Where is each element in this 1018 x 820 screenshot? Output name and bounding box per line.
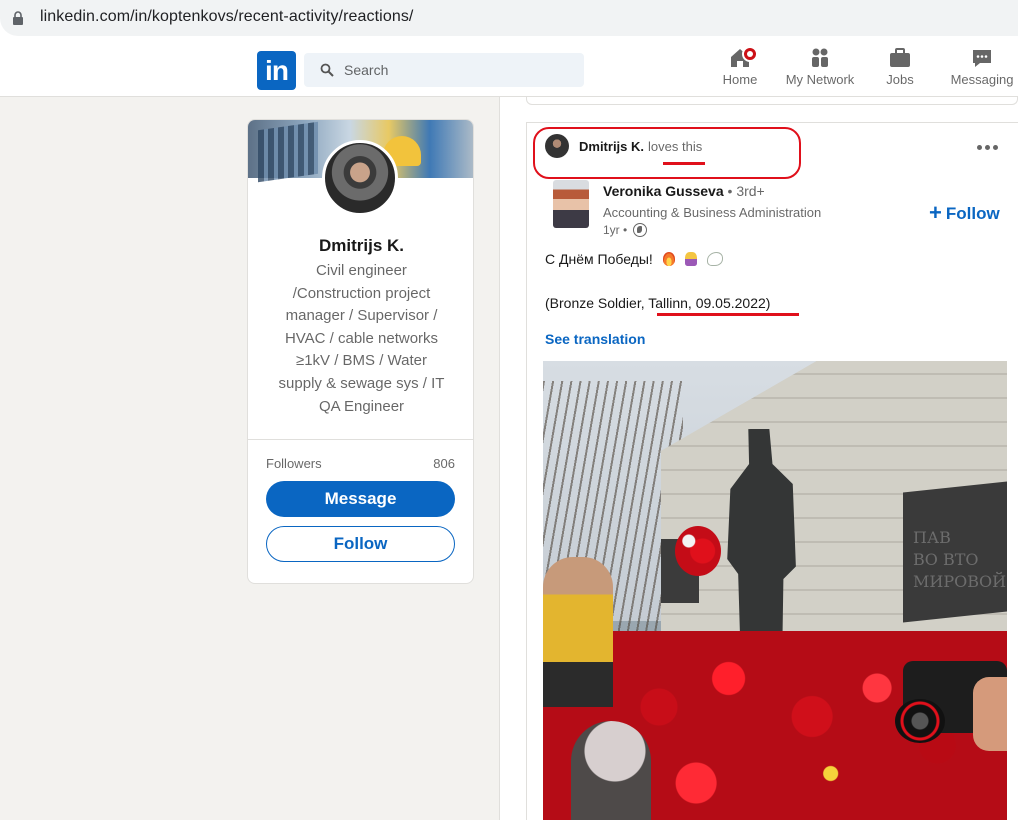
post-greeting: С Днём Победы! [545, 251, 653, 267]
messaging-icon [973, 50, 991, 67]
followers-count: 806 [433, 456, 455, 471]
jobs-icon [890, 48, 910, 67]
activity-header: Dmitrijs K. loves this [533, 127, 801, 179]
follow-button[interactable]: Follow [266, 526, 455, 562]
nav-messaging[interactable]: Messaging [946, 46, 1018, 87]
author-headline: Accounting & Business Administration [603, 205, 822, 220]
previous-post-edge [526, 97, 1018, 105]
search-input[interactable]: Search [304, 53, 584, 87]
nav-home-label: Home [722, 72, 758, 87]
lock-icon [13, 11, 23, 25]
search-placeholder: Search [344, 62, 389, 78]
url-text: linkedin.com/in/koptenkovs/recent-activi… [40, 8, 414, 25]
more-icon [993, 145, 998, 150]
post-image[interactable]: ПАВ ВО ВТО МИРОВОЙ [543, 361, 1007, 820]
follow-author-label: Follow [945, 204, 1000, 223]
message-button[interactable]: Message [266, 481, 455, 517]
see-translation-link[interactable]: See translation [545, 331, 645, 347]
annotation-underline-date [657, 313, 799, 316]
notification-badge [742, 46, 758, 62]
feed-post: Dmitrijs K. loves this Veronika Gusseva … [526, 122, 1018, 820]
profile-headline: Civil engineer /Construction project man… [278, 262, 445, 415]
image-person [571, 721, 651, 820]
profile-name[interactable]: Dmitrijs K. [248, 236, 473, 256]
banner-building [258, 121, 318, 183]
author-avatar[interactable] [553, 180, 589, 228]
post-time: 1yr • [603, 223, 628, 237]
image-hand [973, 677, 1007, 751]
plus-icon: + [929, 200, 942, 225]
search-icon [320, 63, 334, 77]
nav-messaging-label: Messaging [950, 72, 1014, 87]
nav-jobs[interactable]: Jobs [880, 46, 920, 87]
followers-label: Followers [266, 456, 322, 471]
annotation-underline [663, 162, 705, 165]
more-icon [977, 145, 982, 150]
post-text-line1: С Днём Победы! [545, 251, 723, 267]
author-name-line[interactable]: Veronika Gusseva • 3rd+ [603, 183, 765, 199]
top-nav: in Search Home My Network Jobs Messaging [0, 38, 1018, 97]
post-timestamp: 1yr • [603, 223, 648, 237]
nav-my-network-label: My Network [785, 72, 855, 87]
globe-icon [633, 223, 648, 237]
more-icon [985, 145, 990, 150]
plaque-line: ВО ВТО [913, 550, 979, 569]
nav-jobs-label: Jobs [886, 72, 914, 87]
divider [248, 439, 473, 440]
column-divider [499, 97, 500, 820]
image-person [543, 557, 613, 707]
browser-address-bar: linkedin.com/in/koptenkovs/recent-activi… [0, 0, 1018, 38]
fire-emoji-icon [662, 252, 675, 266]
connection-degree: • 3rd+ [727, 183, 765, 199]
post-text-line2: (Bronze Soldier, Tallinn, 09.05.2022) [545, 295, 771, 311]
praying-hands-emoji-icon [684, 252, 697, 266]
linkedin-logo[interactable]: in [257, 51, 296, 90]
more-options-button[interactable] [977, 137, 1005, 153]
plaque-line: МИРОВОЙ [913, 572, 1007, 591]
nav-my-network[interactable]: My Network [780, 46, 860, 87]
dove-emoji-icon [706, 252, 723, 266]
profile-avatar[interactable] [322, 140, 398, 216]
annotation-oval [533, 127, 801, 179]
image-camera-lens [895, 699, 945, 743]
url-field[interactable]: linkedin.com/in/koptenkovs/recent-activi… [0, 0, 1018, 36]
author-name[interactable]: Veronika Gusseva [603, 183, 724, 199]
image-plaque-text: ПАВ ВО ВТО МИРОВОЙ [913, 527, 1006, 593]
follow-author-button[interactable]: + Follow [929, 199, 1000, 225]
plaque-line: ПАВ [913, 528, 951, 547]
image-bouquet [675, 526, 721, 576]
network-icon [812, 48, 828, 67]
nav-home[interactable]: Home [720, 46, 760, 87]
profile-card: Dmitrijs K. Civil engineer /Construction… [247, 119, 474, 584]
